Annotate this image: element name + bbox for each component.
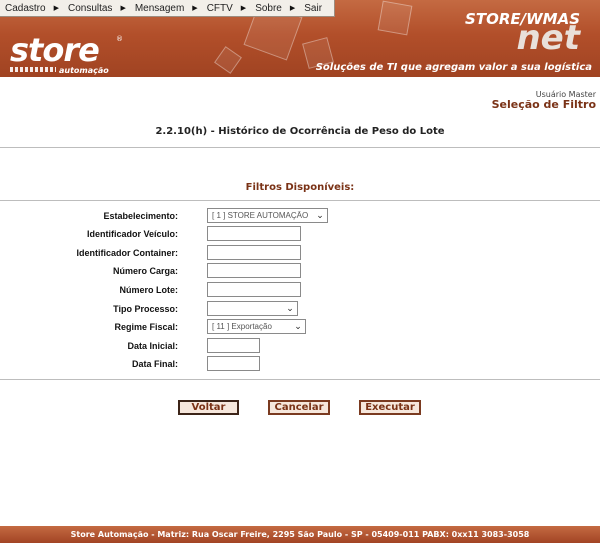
form-row-identificador-container: Identificador Container: (0, 245, 600, 261)
brand-net: net (516, 18, 580, 58)
chevron-down-icon: ⌄ (286, 303, 294, 313)
divider (0, 379, 600, 380)
menu-item-label: CFTV (206, 2, 233, 14)
header-banner: Cadastro ▶ Consultas ▶ Mensagem ▶ CFTV ▶… (0, 0, 600, 77)
submenu-arrow-icon: ▶ (120, 5, 126, 12)
chevron-down-icon: ⌄ (294, 321, 302, 331)
tipo-processo-label: Tipo Processo: (113, 304, 178, 314)
menu-item-label: Mensagem (134, 2, 185, 14)
executar-button[interactable]: Executar (359, 400, 421, 415)
estabelecimento-label: Estabelecimento: (103, 211, 178, 221)
decorative-cube (214, 46, 242, 74)
menu-item-sair[interactable]: Sair (299, 0, 322, 17)
top-menu-bar: Cadastro ▶ Consultas ▶ Mensagem ▶ CFTV ▶… (0, 0, 335, 17)
page-mode-title: Seleção de Filtro (491, 98, 596, 111)
registered-mark: ® (116, 35, 123, 43)
data-final-input[interactable] (207, 356, 260, 371)
numero-carga-label: Número Carga: (112, 266, 178, 276)
identificador-veiculo-label: Identificador Veículo: (86, 229, 178, 239)
data-final-label: Data Final: (131, 359, 178, 369)
logo-bars-decoration (10, 67, 56, 72)
menu-item-label: Sobre (255, 2, 282, 14)
identificador-container-input[interactable] (207, 245, 301, 260)
submenu-arrow-icon: ▶ (240, 5, 247, 12)
regime-fiscal-select[interactable]: [ 11 ] Exportação ⌄ (207, 319, 306, 334)
numero-lote-input[interactable] (207, 282, 301, 297)
footer-bar: Store Automação - Matriz: Rua Oscar Frei… (0, 526, 600, 543)
identificador-veiculo-input[interactable] (207, 226, 301, 241)
form-row-estabelecimento: Estabelecimento: [ 1 ] STORE AUTOMAÇÃO ⌄ (0, 208, 600, 224)
regime-fiscal-label: Regime Fiscal: (114, 322, 178, 332)
voltar-button[interactable]: Voltar (178, 400, 239, 415)
form-row-regime-fiscal: Regime Fiscal: [ 11 ] Exportação ⌄ (0, 319, 600, 335)
form-row-tipo-processo: Tipo Processo: ⌄ (0, 301, 600, 317)
form-row-data-final: Data Final: (0, 356, 600, 372)
menu-item-cadastro[interactable]: Cadastro ▶ (0, 0, 63, 17)
estabelecimento-selected-value: [ 1 ] STORE AUTOMAÇÃO (212, 211, 309, 220)
footer-address: Store Automação - Matriz: Rua Oscar Frei… (70, 530, 530, 539)
menu-item-label: Consultas (67, 2, 113, 14)
identificador-container-label: Identificador Container: (76, 248, 178, 258)
form-row-numero-carga: Número Carga: (0, 263, 600, 279)
divider (0, 147, 600, 148)
decorative-cube (377, 0, 413, 36)
divider (0, 200, 600, 201)
submenu-arrow-icon: ▶ (53, 5, 59, 12)
chevron-down-icon: ⌄ (316, 210, 324, 220)
menu-item-consultas[interactable]: Consultas ▶ (63, 0, 130, 17)
menu-item-mensagem[interactable]: Mensagem ▶ (130, 0, 202, 17)
form-row-identificador-veiculo: Identificador Veículo: (0, 226, 600, 242)
menu-item-cftv[interactable]: CFTV ▶ (202, 0, 251, 17)
menu-item-sobre[interactable]: Sobre ▶ (250, 0, 299, 17)
estabelecimento-select[interactable]: [ 1 ] STORE AUTOMAÇÃO ⌄ (207, 208, 328, 223)
logo-subtitle: automação (59, 66, 109, 75)
numero-lote-label: Número Lote: (119, 285, 179, 295)
filters-title: Filtros Disponíveis: (245, 182, 355, 193)
header-tagline: Soluções de TI que agregam valor a sua l… (315, 62, 592, 73)
cancelar-button[interactable]: Cancelar (268, 400, 330, 415)
menu-item-label: Sair (304, 2, 323, 14)
data-inicial-input[interactable] (207, 338, 260, 353)
data-inicial-label: Data Inicial: (127, 341, 178, 351)
form-row-numero-lote: Número Lote: (0, 282, 600, 298)
tipo-processo-select[interactable]: ⌄ (207, 301, 298, 316)
regime-fiscal-selected-value: [ 11 ] Exportação (212, 322, 272, 331)
submenu-arrow-icon: ▶ (289, 5, 296, 12)
submenu-arrow-icon: ▶ (192, 5, 198, 12)
menu-item-label: Cadastro (5, 2, 46, 14)
form-row-data-inicial: Data Inicial: (0, 338, 600, 354)
page-title: 2.2.10(h) - Histórico de Ocorrência de P… (155, 126, 445, 137)
numero-carga-input[interactable] (207, 263, 301, 278)
store-logo: store (10, 31, 100, 69)
